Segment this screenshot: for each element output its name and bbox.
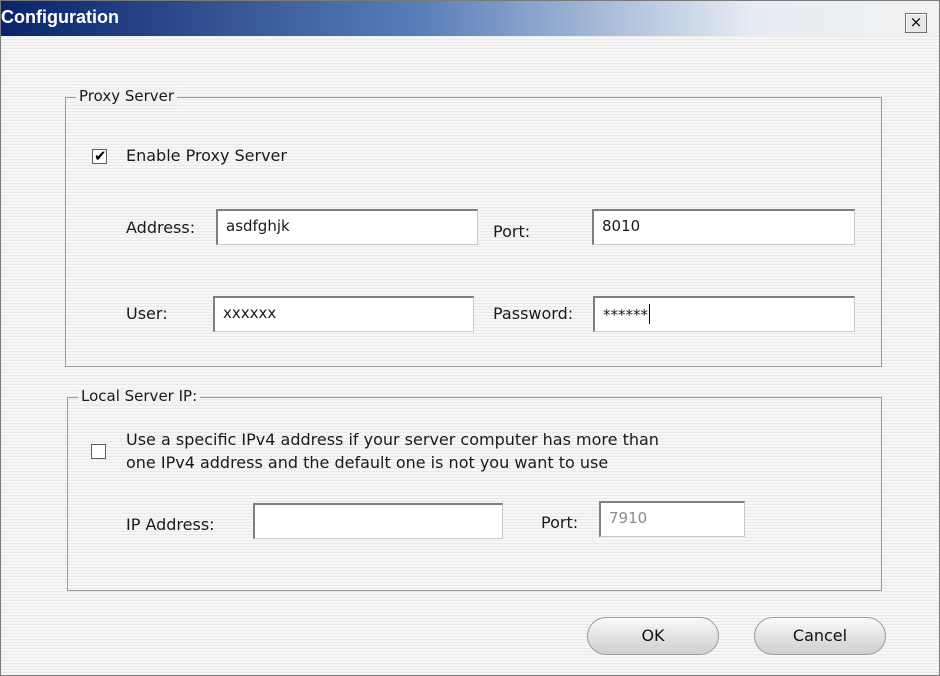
ip-address-label: IP Address: [126, 515, 215, 534]
configuration-dialog: Configuration × Proxy Server ✔ Enable Pr… [0, 0, 940, 676]
text-caret [649, 304, 650, 324]
proxy-server-legend: Proxy Server [76, 87, 178, 105]
proxy-port-input[interactable]: 8010 [592, 209, 855, 245]
proxy-port-label: Port: [493, 222, 531, 241]
user-label: User: [126, 304, 168, 323]
user-input[interactable]: xxxxxx [213, 296, 474, 332]
window-title: Configuration [1, 7, 119, 27]
checkmark-icon: ✔ [94, 147, 107, 165]
use-specific-ip-checkbox[interactable] [91, 444, 106, 459]
title-bar[interactable]: Configuration × [1, 1, 939, 36]
address-input[interactable]: asdfghjk [216, 209, 478, 245]
local-port-label: Port: [541, 513, 579, 532]
address-label: Address: [126, 218, 196, 237]
local-port-input[interactable]: 7910 [599, 501, 745, 537]
close-button[interactable]: × [905, 13, 927, 33]
password-value: ****** [603, 306, 648, 324]
cancel-button[interactable]: Cancel [754, 617, 886, 655]
use-specific-ip-label-line1: Use a specific IPv4 address if your serv… [126, 430, 659, 449]
use-specific-ip-label-line2: one IPv4 address and the default one is … [126, 453, 609, 472]
enable-proxy-label: Enable Proxy Server [126, 146, 287, 165]
local-server-ip-group: Local Server IP: [67, 387, 882, 591]
password-label: Password: [493, 304, 574, 323]
ip-address-input[interactable] [253, 503, 503, 539]
enable-proxy-checkbox[interactable]: ✔ [92, 147, 107, 165]
close-icon: × [909, 13, 923, 31]
password-input[interactable]: ****** [593, 296, 855, 332]
local-server-ip-legend: Local Server IP: [78, 387, 201, 405]
ok-button[interactable]: OK [587, 617, 719, 655]
